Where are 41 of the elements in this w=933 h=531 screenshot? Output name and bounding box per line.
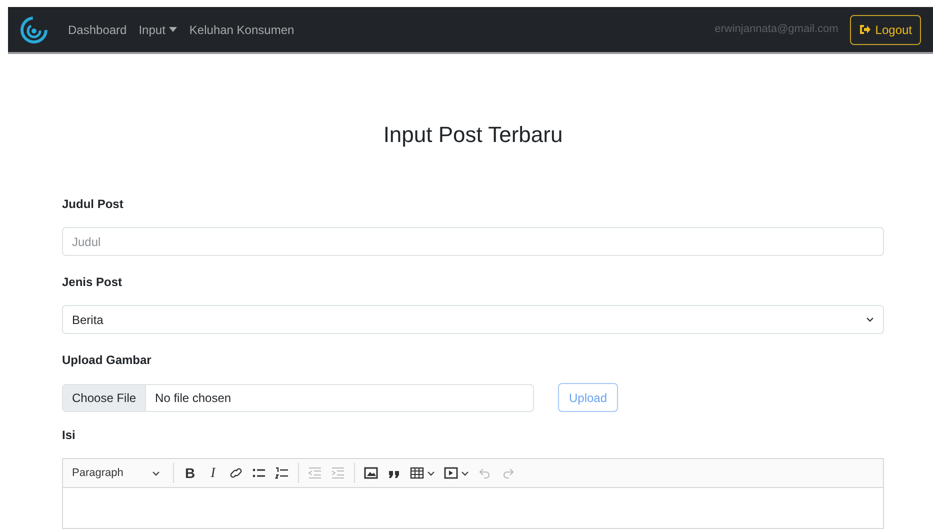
- chevron-down-icon: [152, 470, 160, 476]
- undo-icon: [478, 466, 492, 480]
- chevron-down-icon: [461, 470, 469, 476]
- field-label: Isi: [62, 427, 76, 444]
- exit-icon: [859, 24, 872, 35]
- user-email: erwinjannata@gmail.com: [714, 22, 838, 38]
- logout-button[interactable]: Logout: [850, 14, 921, 44]
- link-button[interactable]: [229, 466, 243, 480]
- table-icon: [410, 466, 424, 480]
- table-button[interactable]: [410, 466, 435, 480]
- nav-link[interactable]: Keluhan Konsumen: [189, 20, 294, 38]
- image-button[interactable]: [364, 466, 378, 480]
- field-label: Jenis Post: [62, 274, 124, 291]
- field-label: Judul Post: [62, 196, 124, 213]
- swirl-logo-icon[interactable]: [20, 16, 48, 44]
- nav-link[interactable]: Dashboard: [68, 20, 127, 38]
- indent-icon: [331, 466, 345, 480]
- caret-icon: [169, 27, 178, 32]
- paragraph-dropdown[interactable]: Paragraph: [72, 464, 164, 482]
- numbered-list-button[interactable]: [275, 466, 289, 480]
- type-select[interactable]: Berita: [62, 305, 884, 334]
- outdent-icon: [308, 466, 322, 480]
- file-status: No file chosen: [155, 390, 232, 406]
- file-input-field[interactable]: Choose File No file chosen: [62, 384, 534, 412]
- choose-file-button[interactable]: Choose File: [63, 384, 146, 410]
- media-button[interactable]: [444, 466, 469, 480]
- bulleted-list-icon: [252, 466, 266, 480]
- italic-button[interactable]: I: [206, 462, 220, 484]
- media-icon: [444, 466, 458, 480]
- field-label: Upload Gambar: [62, 352, 152, 369]
- numbered-list-icon: [275, 466, 289, 480]
- chevron-down-icon: [427, 470, 435, 476]
- nav-link[interactable]: Input: [138, 20, 178, 38]
- redo-icon: [501, 466, 515, 480]
- page-title: Input Post Terbaru: [382, 121, 564, 149]
- bold-button[interactable]: B: [183, 462, 197, 484]
- title-input-field[interactable]: Judul: [62, 227, 884, 256]
- image-icon: [364, 466, 378, 480]
- chevron-down-icon: [866, 317, 874, 322]
- bulleted-list-button[interactable]: [252, 466, 266, 480]
- link-icon: [229, 466, 243, 480]
